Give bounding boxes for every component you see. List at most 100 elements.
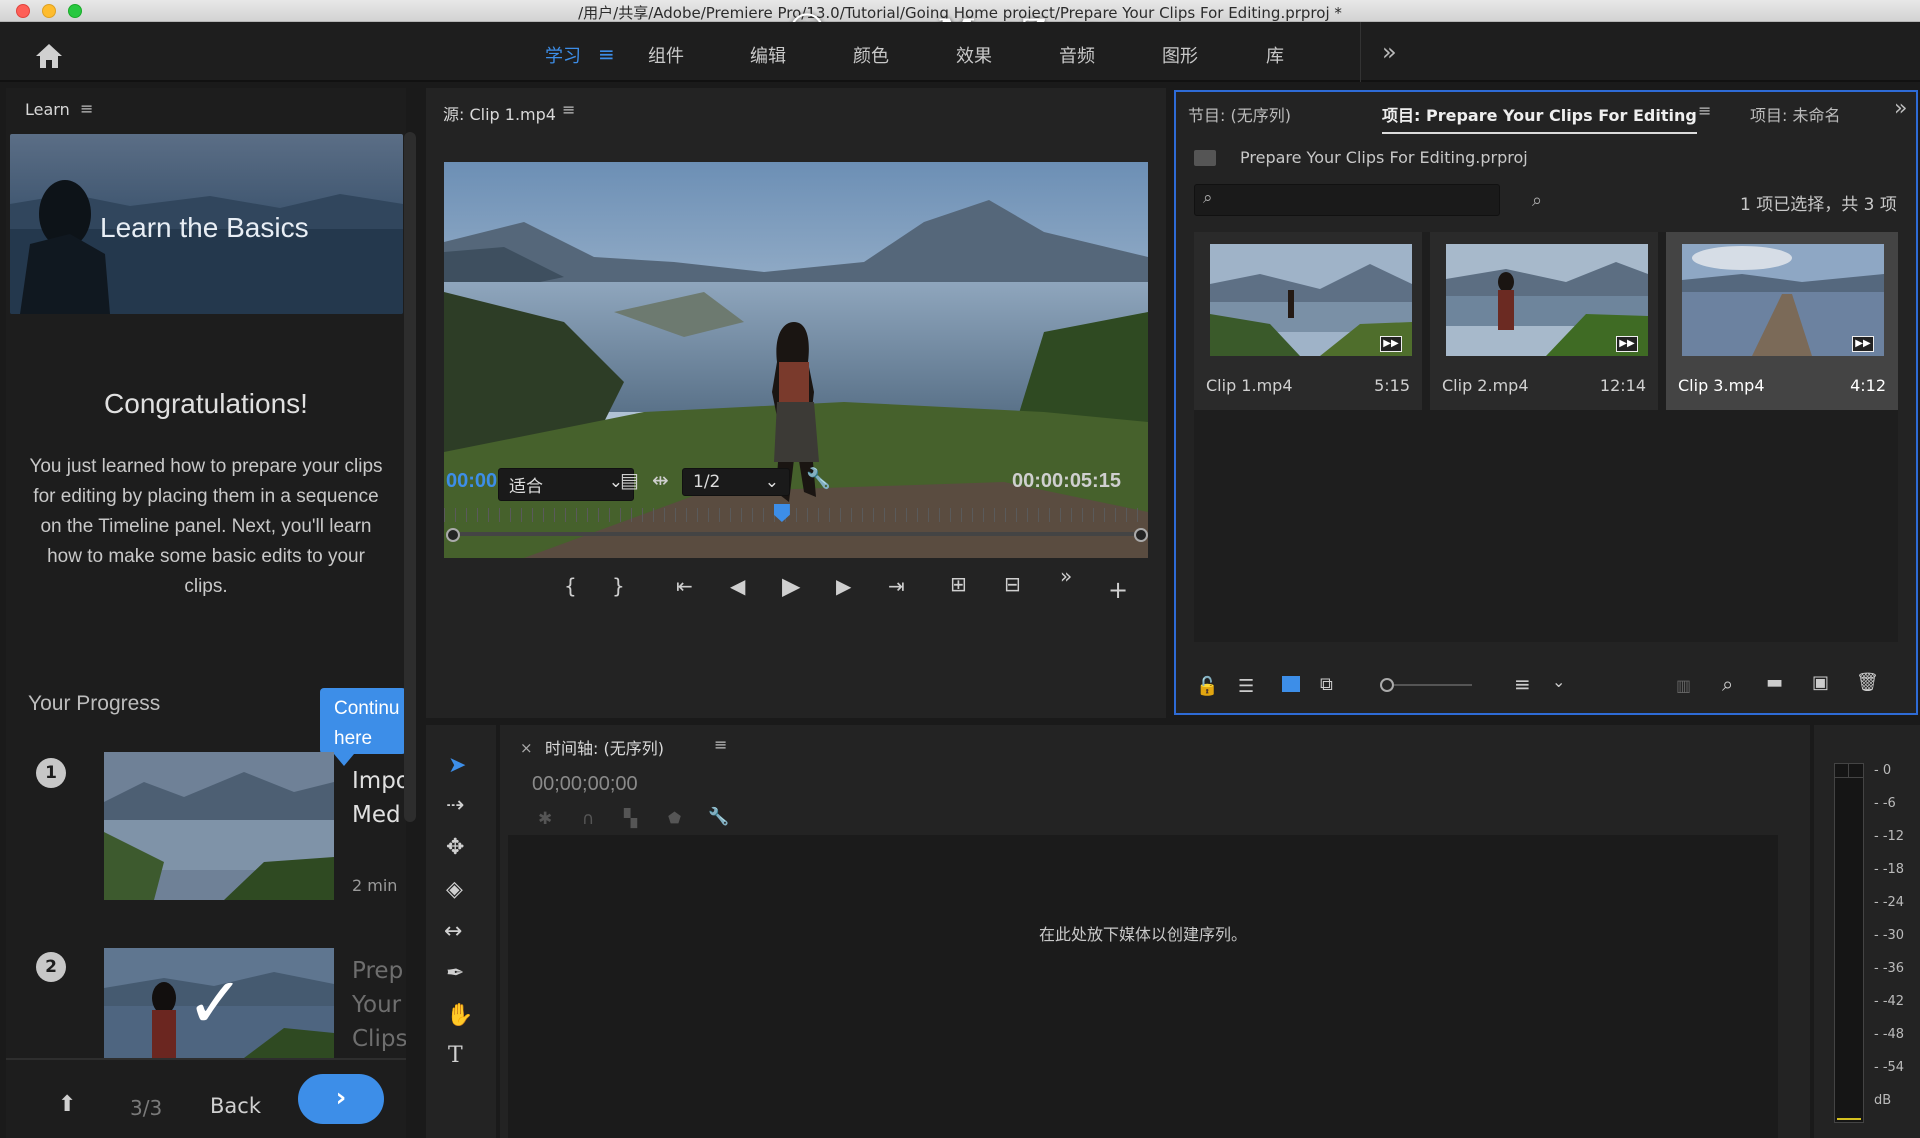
pen-tool-icon[interactable]: ✒	[446, 961, 464, 986]
timeline-tab[interactable]: 时间轴: (无序列)	[545, 735, 664, 759]
audio-meter-panel: - 0 - -6 - -12 - -18 - -24 - -30 - -36 - -42 - -…	[1814, 725, 1920, 1138]
new-bin-icon[interactable]: ▬	[1766, 672, 1783, 693]
chevron-down-icon[interactable]: ⌄	[1552, 672, 1565, 691]
type-tool-icon[interactable]: T	[448, 1043, 463, 1068]
snap-icon[interactable]: ∩	[582, 809, 594, 829]
icon-view-icon[interactable]	[1282, 676, 1300, 692]
zoom-slider-track[interactable]	[1394, 684, 1472, 686]
workspace-tab-graphics[interactable]: 图形	[1162, 42, 1198, 68]
zoom-handle-left[interactable]	[446, 528, 460, 542]
clip-name: Clip 2.mp4	[1442, 376, 1529, 395]
learn-scrollbar[interactable]	[404, 132, 416, 822]
razor-tool-icon[interactable]: ◈	[446, 877, 463, 902]
learn-hero-image: Learn the Basics	[10, 134, 403, 314]
freeform-view-icon[interactable]: ⧉	[1320, 674, 1333, 695]
resolution-dropdown[interactable]: 1/2 ⌄	[682, 468, 790, 496]
scroll-top-icon[interactable]: ⬆	[58, 1092, 76, 1117]
timeline-panel-menu-icon[interactable]: ≡	[714, 735, 727, 754]
wrench-icon[interactable]: 🔧	[806, 466, 831, 490]
slip-tool-icon[interactable]: ↔	[444, 919, 462, 944]
linked-selection-icon[interactable]: ▚	[624, 809, 637, 829]
step-duration: 2 min	[352, 876, 398, 895]
workspace-tab-audio[interactable]: 音频	[1059, 42, 1095, 68]
workspace-tab-learn[interactable]: 学习	[545, 42, 581, 68]
source-tab[interactable]: 源: Clip 1.mp4	[443, 101, 556, 125]
project-bin: ▶▶ Clip 1.mp4 5:15 ▶▶ Clip 2.mp4 12:14 ▶…	[1194, 232, 1898, 642]
selection-status: 1 项已选择，共 3 项	[1740, 195, 1897, 215]
home-icon[interactable]	[34, 42, 64, 70]
zoom-slider-handle[interactable]	[1380, 678, 1394, 692]
workspace-tab-effects[interactable]: 效果	[956, 42, 992, 68]
list-view-icon[interactable]: ☰	[1238, 676, 1254, 697]
fit-dropdown[interactable]: 适合 ⌄	[498, 468, 634, 501]
clip-card[interactable]: ▶▶ Clip 1.mp4 5:15	[1194, 232, 1422, 410]
lock-icon[interactable]: 🔓	[1196, 676, 1218, 697]
workspace-tab-assembly[interactable]: 组件	[648, 42, 684, 68]
timeline-timecode[interactable]: 00;00;00;00	[532, 773, 638, 796]
workspace-tab-color[interactable]: 颜色	[853, 42, 889, 68]
go-to-out-icon[interactable]: ⇥	[888, 574, 905, 598]
solo-right-button[interactable]	[1849, 764, 1863, 778]
step-title-line: Clips	[352, 1026, 406, 1052]
project-tab-untitled[interactable]: 项目: 未命名	[1750, 102, 1840, 126]
sort-icon[interactable]: ≡	[1514, 672, 1531, 696]
find-icon[interactable]: ⌕	[1532, 190, 1542, 211]
export-frame-icon[interactable]: ▤	[620, 468, 639, 492]
transport-overflow-icon[interactable]: »	[1060, 564, 1072, 588]
add-marker-icon[interactable]: ⬟	[668, 809, 681, 827]
close-icon[interactable]: ×	[520, 739, 533, 757]
find-button-icon[interactable]: ⌕	[1722, 672, 1733, 696]
trash-icon[interactable]: 🗑	[1856, 672, 1879, 693]
track-select-tool-icon[interactable]: ⇢	[446, 793, 464, 818]
timeline-drop-area[interactable]: 在此处放下媒体以创建序列。	[508, 835, 1778, 1138]
source-panel-menu-icon[interactable]: ≡	[562, 100, 575, 119]
meter-scale-label: - -6	[1874, 796, 1896, 811]
workspace-divider	[1360, 22, 1361, 82]
workspace-tab-editing[interactable]: 编辑	[750, 42, 786, 68]
workspace-overflow-icon[interactable]: »	[1382, 38, 1397, 66]
clip-duration: 12:14	[1599, 376, 1646, 395]
project-panel-menu-icon[interactable]: ≡	[1698, 101, 1711, 120]
selection-tool-icon[interactable]: ➤	[448, 753, 466, 778]
mark-in-icon[interactable]: {	[564, 574, 577, 598]
panel-overflow-icon[interactable]: »	[1894, 96, 1907, 121]
project-tab-active[interactable]: 项目: Prepare Your Clips For Editing	[1382, 102, 1697, 134]
project-panel: 节目: (无序列) 项目: Prepare Your Clips For Edi…	[1174, 90, 1918, 715]
insert-icon[interactable]: ⊞	[950, 572, 967, 596]
learn-panel-menu-icon[interactable]: ≡	[80, 99, 93, 118]
clip-name: Clip 3.mp4	[1678, 376, 1765, 395]
insert-overlay-icon[interactable]: ⇹	[652, 468, 669, 492]
solo-left-button[interactable]	[1835, 764, 1849, 778]
hand-tool-icon[interactable]: ✋	[446, 1003, 473, 1028]
timeline-settings-icon[interactable]: 🔧	[708, 807, 729, 827]
project-search-input[interactable]: ⌕	[1194, 184, 1500, 216]
step-back-icon[interactable]: ◀	[730, 574, 745, 598]
congrats-body: You just learned how to prepare your cli…	[29, 456, 383, 597]
overwrite-icon[interactable]: ⊟	[1004, 572, 1021, 596]
zoom-handle-right[interactable]	[1134, 528, 1148, 542]
source-time-ruler[interactable]	[444, 508, 1148, 522]
program-tab[interactable]: 节目: (无序列)	[1188, 102, 1291, 126]
add-button-icon[interactable]: +	[1108, 576, 1128, 604]
mark-out-icon[interactable]: }	[612, 574, 625, 598]
new-item-icon[interactable]: ▣	[1812, 672, 1829, 693]
workspace-tab-libraries[interactable]: 库	[1266, 42, 1284, 68]
next-button[interactable]: ›	[298, 1074, 384, 1124]
ripple-edit-tool-icon[interactable]: ✥	[446, 835, 464, 860]
meter-scale-label: - -36	[1874, 961, 1905, 976]
continue-tooltip[interactable]: Continu here	[320, 688, 406, 754]
play-icon[interactable]: ▶	[782, 572, 800, 600]
automate-to-sequence-icon[interactable]: ▥	[1676, 676, 1691, 695]
completed-check-icon: ✓	[186, 962, 245, 1044]
source-zoom-bar[interactable]	[450, 532, 1140, 536]
step-thumbnail-image[interactable]: ✓	[104, 948, 334, 1058]
clip-card-selected[interactable]: ▶▶ Clip 3.mp4 4:12	[1666, 232, 1898, 410]
step-thumbnail-image[interactable]	[104, 752, 334, 900]
nest-icon[interactable]: ✱	[538, 809, 552, 829]
clip-card[interactable]: ▶▶ Clip 2.mp4 12:14	[1430, 232, 1658, 410]
learn-panel: Learn ≡ Learn the Basics Congratulations…	[6, 88, 416, 1138]
go-to-in-icon[interactable]: ⇤	[676, 574, 693, 598]
back-button[interactable]: Back	[210, 1094, 261, 1118]
step-forward-icon[interactable]: ▶	[836, 574, 851, 598]
workspace-menu-icon[interactable]: ≡	[598, 42, 615, 66]
